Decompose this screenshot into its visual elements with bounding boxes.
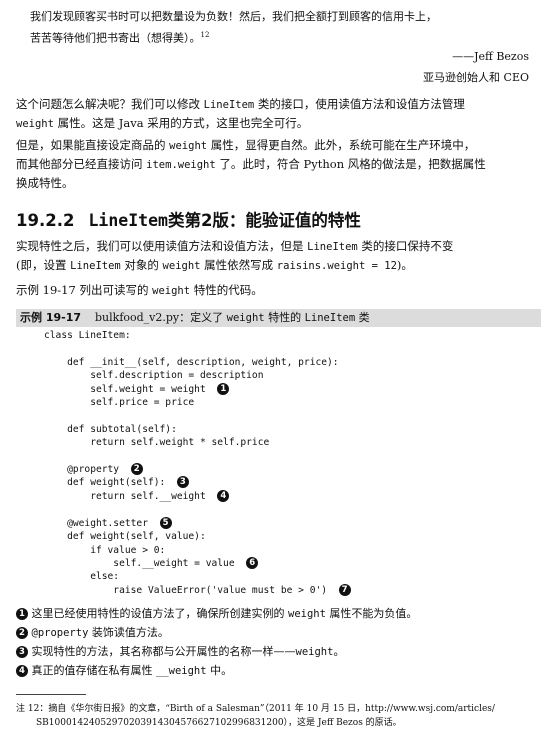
callout-4: 4 [217, 489, 230, 502]
code-line: return self.weight * self.price [44, 437, 270, 449]
inline-code: weight [16, 118, 54, 130]
code-listing: class LineItem: def __init__(self, descr… [44, 329, 351, 597]
inline-code: weight [295, 646, 334, 658]
code-line: @weight.setter [44, 517, 148, 529]
text: 属性依然写成 [200, 258, 277, 272]
text: 真正的值存储在私有属性 [28, 664, 156, 677]
inline-code: LineItem [304, 312, 356, 324]
callout-5: 5 [159, 516, 172, 529]
inline-code: LineItem [203, 99, 255, 111]
inline-code: raisins.weight = 12 [276, 260, 397, 272]
callout-1: 1 [217, 382, 230, 395]
callout-note-1: 1 这里已经使用特性的设值方法了，确保所创建实例的 weight 属性不能为负值… [16, 605, 546, 623]
epigraph-text: 苦苦等待他们把书寄出（想得美）。 [30, 31, 201, 45]
inline-code: weight [288, 608, 326, 620]
code-line: self.weight = weight [44, 383, 206, 395]
code-line: return self.__weight [44, 490, 206, 502]
inline-code: weight [152, 285, 191, 297]
footnote-ref[interactable]: 12 [201, 31, 210, 39]
callout-1: 1 [16, 608, 28, 620]
inline-code: item.weight [146, 159, 216, 171]
inline-code: LineItem [307, 241, 358, 253]
section-title: 类第2版：能验证值的特性 [167, 211, 361, 230]
callout-4: 4 [16, 665, 28, 677]
inline-code: weight [226, 312, 265, 324]
epigraph-line-1: 我们发现顾客买书时可以把数量设为负数！然后，我们把全额打到顾客的信用卡上， [30, 10, 437, 23]
text: 实现特性之后，我们可以使用读值方法和设值方法，但是 [16, 239, 308, 253]
text: 这里已经使用特性的设值方法了，确保所创建实例的 [28, 607, 288, 620]
footnote: 注 12：摘自《华尔街日报》的文章，“Birth of a Salesman”（… [16, 702, 546, 730]
footnote-line-1: 注 12：摘自《华尔街日报》的文章，“Birth of a Salesman”（… [16, 704, 495, 714]
text: 类 [355, 311, 370, 324]
callout-3: 3 [16, 646, 28, 658]
text: 了。此时，符合 Python 风格的做法是，把数据属性 [215, 157, 486, 171]
inline-code: weight [162, 260, 201, 272]
text: 示例 19-17 列出可读写的 [16, 283, 153, 297]
epigraph: 我们发现顾客买书时可以把数量设为负数！然后，我们把全额打到顾客的信用卡上， 苦苦… [30, 8, 530, 48]
example-file: bulkfood_v2.py：定义了 [95, 311, 227, 324]
callout-3: 3 [176, 476, 189, 489]
inline-code: LineItem [70, 260, 121, 272]
epigraph-author-title: 亚马逊创始人和 CEO [423, 71, 529, 84]
code-line: if value > 0: [44, 544, 166, 556]
text: 实现特性的方法，其名称都与公开属性的名称一样—— [28, 645, 296, 658]
text: 装饰读值方法。 [88, 626, 169, 639]
text: 属性不能为负值。 [325, 607, 418, 620]
code-line: class LineItem: [44, 330, 131, 341]
code-line: self.__weight = value [44, 557, 235, 569]
code-line: else: [44, 571, 120, 583]
callout-note-2: 2 @property 装饰读值方法。 [16, 624, 546, 642]
text: 特性的 [264, 311, 305, 324]
code-line: self.price = price [44, 397, 195, 409]
section-number: 19.2.2 [16, 211, 75, 230]
text: )。 [396, 258, 413, 272]
code-line: def __init__(self, description, weight, … [44, 356, 339, 368]
text: 这个问题怎么解决呢？我们可以修改 [16, 97, 204, 111]
section-heading: 19.2.2 LineItem类第2版：能验证值的特性 [16, 207, 361, 231]
text: 类的接口，使用读值方法和设值方法管理 [254, 97, 465, 111]
text: 中。 [206, 664, 233, 677]
text: 特性的代码。 [190, 283, 263, 297]
footnote-divider [16, 694, 86, 695]
epigraph-author: ——Jeff Bezos [452, 50, 529, 63]
inline-code: @property [31, 627, 89, 639]
code-line: def weight(self): [44, 477, 166, 489]
text: 类的接口保持不变 [357, 239, 454, 253]
section-title-code: LineItem [88, 211, 168, 230]
callout-7: 7 [338, 583, 351, 596]
inline-code: weight [169, 140, 208, 152]
code-line: @property [44, 464, 120, 476]
paragraph-4: 示例 19-17 列出可读写的 weight 特性的代码。 [16, 281, 541, 300]
text: 属性，显得更自然。此外，系统可能在生产环境中， [207, 138, 476, 152]
code-line: def subtotal(self): [44, 423, 177, 435]
text: 而其他部分已经直接访问 [16, 157, 147, 171]
footnote-line-2: SB10001424052970203914304576627102996831… [36, 718, 402, 728]
code-line: raise ValueError('value must be > 0') [44, 584, 328, 596]
callout-note-3: 3 实现特性的方法，其名称都与公开属性的名称一样——weight。 [16, 643, 546, 661]
paragraph-1: 这个问题怎么解决呢？我们可以修改 LineItem 类的接口，使用读值方法和设值… [16, 95, 541, 133]
example-label: 示例 19-17 [20, 311, 82, 324]
text: 属性。这是 Java 采用的方式，这里也完全可行。 [53, 116, 309, 130]
code-line: def weight(self, value): [44, 531, 206, 543]
callout-note-4: 4 真正的值存储在私有属性 __weight 中。 [16, 662, 546, 680]
callout-2: 2 [16, 627, 28, 639]
example-caption: 示例 19-17 bulkfood_v2.py：定义了 weight 特性的 Li… [20, 310, 370, 326]
paragraph-3: 实现特性之后，我们可以使用读值方法和设值方法，但是 LineItem 类的接口保… [16, 237, 541, 275]
inline-code: __weight [156, 665, 207, 677]
code-line: self.description = description [44, 370, 264, 382]
epigraph-line-2: 苦苦等待他们把书寄出（想得美）。12 [30, 26, 530, 48]
text: (即，设置 [16, 258, 71, 272]
text: 对象的 [120, 258, 163, 272]
callout-6: 6 [246, 556, 259, 569]
text: 换成特性。 [16, 176, 74, 190]
text: 。 [333, 645, 345, 658]
text: 但是，如果能直接设定商品的 [16, 138, 170, 152]
callout-2: 2 [130, 463, 143, 476]
paragraph-2: 但是，如果能直接设定商品的 weight 属性，显得更自然。此外，系统可能在生产… [16, 136, 541, 192]
